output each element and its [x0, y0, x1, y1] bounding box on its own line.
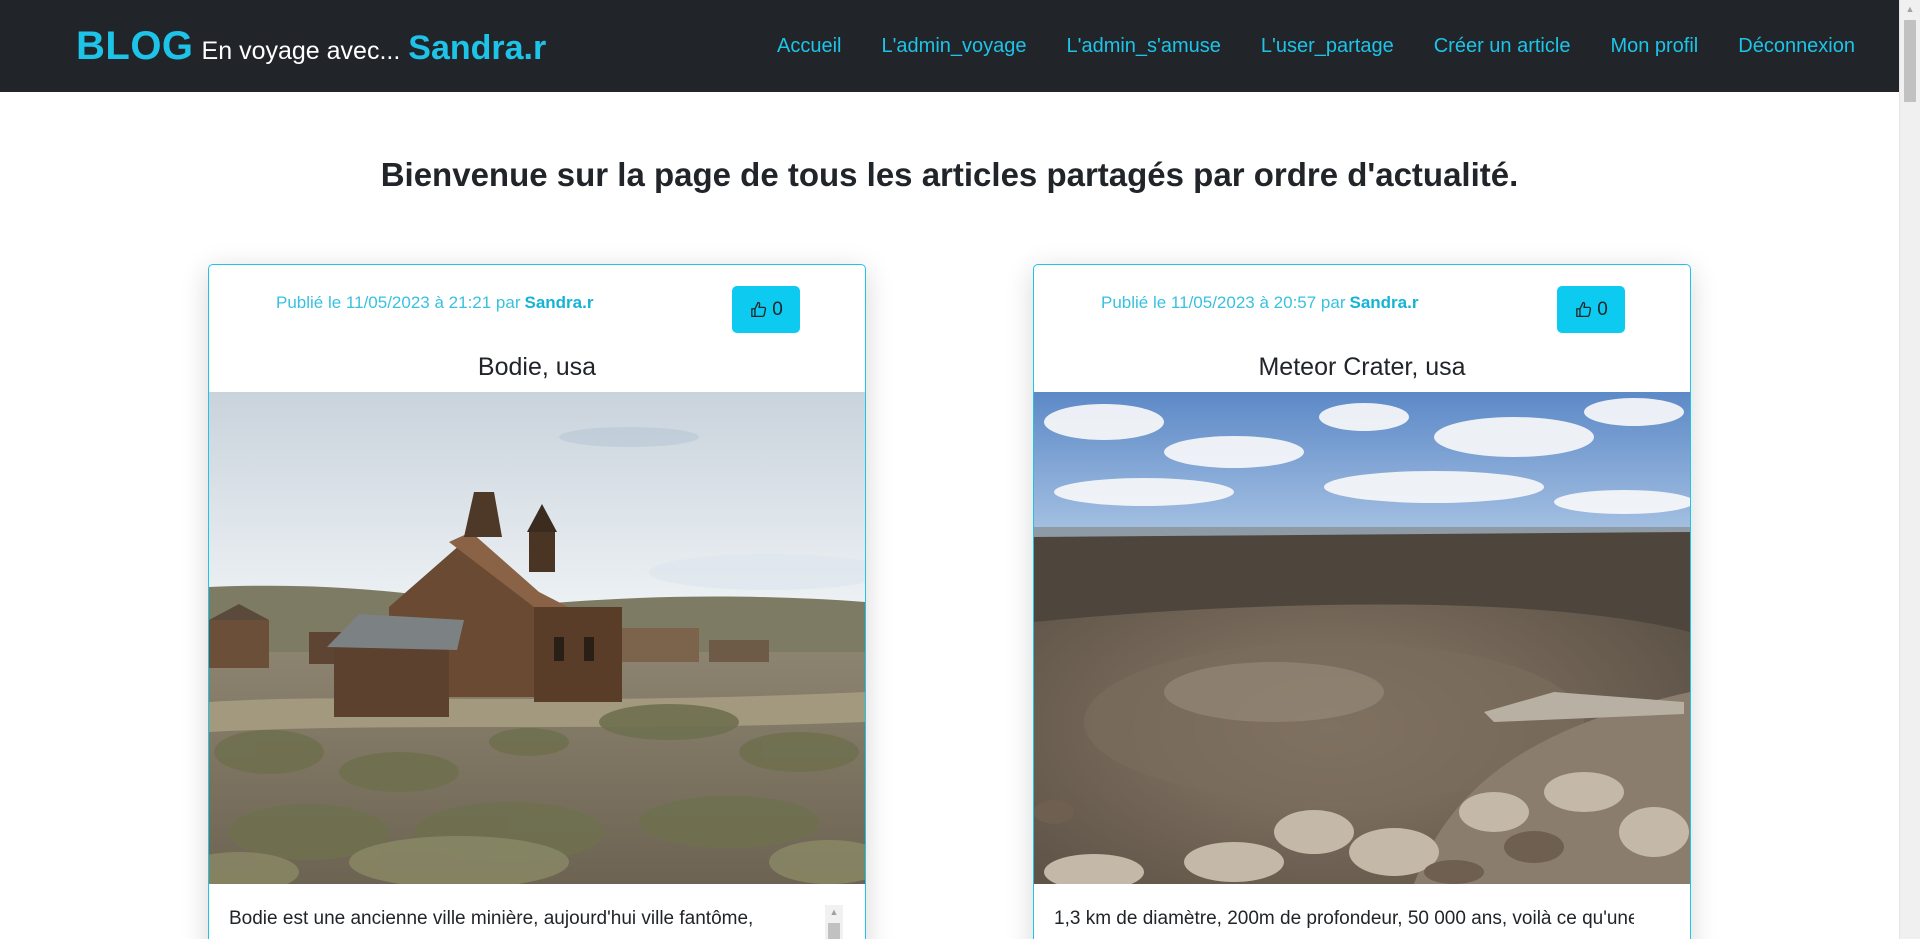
article-published-date: Publié le 11/05/2023 à 20:57 par [1101, 293, 1346, 312]
excerpt-scrollbar-thumb[interactable] [828, 923, 840, 939]
article-title: Bodie, usa [477, 353, 597, 381]
excerpt-scrollbar[interactable]: ▲ [825, 905, 843, 939]
nav-link-admin-samuse[interactable]: L'admin_s'amuse [1067, 35, 1221, 58]
nav-link-creer-article[interactable]: Créer un article [1434, 35, 1571, 58]
nav-link-deconnexion[interactable]: Déconnexion [1738, 35, 1855, 58]
like-count: 0 [1597, 298, 1608, 320]
meteor-crater-photo [1034, 392, 1690, 884]
brand-blog-logo: BLOG [76, 23, 194, 68]
article-card: Publié le 11/05/2023 à 21:21 par Sandra.r… [208, 264, 866, 939]
article-title: Meteor Crater, usa [1258, 353, 1466, 381]
article-card: Publié le 11/05/2023 à 20:57 par Sandra.r… [1033, 264, 1691, 939]
like-button[interactable]: 0 [1557, 286, 1625, 333]
thumbs-up-icon [751, 301, 767, 318]
nav-link-user-partage[interactable]: L'user_partage [1261, 35, 1394, 58]
thumbs-up-icon [1576, 301, 1592, 318]
article-author-link[interactable]: Sandra.r [525, 293, 594, 312]
brand-tagline: En voyage avec... [201, 36, 401, 65]
article-meta: Publié le 11/05/2023 à 20:57 par Sandra.r [1101, 293, 1418, 313]
ghost-town-church-photo [209, 392, 865, 884]
brand-username: Sandra.r [408, 28, 547, 67]
article-author-link[interactable]: Sandra.r [1350, 293, 1419, 312]
brand[interactable]: BLOG En voyage avec... Sandra.r [76, 24, 546, 69]
article-meta: Publié le 11/05/2023 à 21:21 par Sandra.r [276, 293, 593, 313]
nav-link-mon-profil[interactable]: Mon profil [1610, 35, 1698, 58]
article-excerpt: Bodie est une ancienne ville minière, au… [229, 908, 754, 929]
navbar: BLOG En voyage avec... Sandra.r Accueil … [0, 0, 1899, 92]
page-scrollbar[interactable]: ▲ [1899, 0, 1920, 939]
nav-links: Accueil L'admin_voyage L'admin_s'amuse L… [777, 35, 1855, 58]
nav-link-accueil[interactable]: Accueil [777, 35, 841, 58]
nav-link-admin-voyage[interactable]: L'admin_voyage [881, 35, 1026, 58]
scroll-up-arrow-icon[interactable]: ▲ [1900, 0, 1920, 17]
article-published-date: Publié le 11/05/2023 à 21:21 par [276, 293, 521, 312]
scroll-up-arrow-icon[interactable]: ▲ [825, 905, 843, 920]
scrollbar-thumb[interactable] [1904, 20, 1916, 102]
article-excerpt: 1,3 km de diamètre, 200m de profondeur, … [1054, 908, 1634, 929]
page-title: Bienvenue sur la page de tous les articl… [380, 156, 1519, 193]
like-count: 0 [772, 298, 783, 320]
like-button[interactable]: 0 [732, 286, 800, 333]
